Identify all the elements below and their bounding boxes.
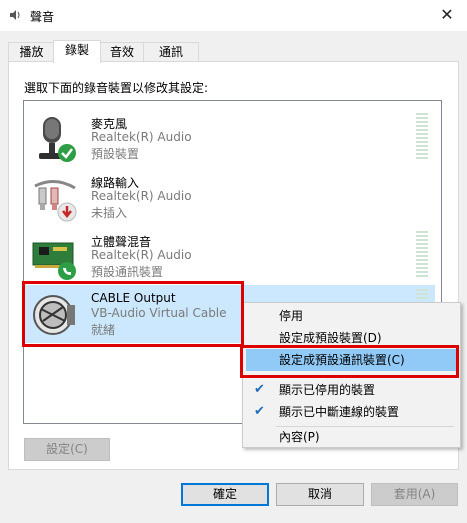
level-meter [416, 231, 428, 281]
apply-button[interactable]: 套用(A) [371, 483, 458, 506]
annotation-highlight-menu-item [240, 345, 459, 378]
cancel-button[interactable]: 取消 [276, 483, 364, 506]
menu-item-label: 顯示已中斷連線的裝置 [279, 405, 400, 419]
menu-item-properties[interactable]: 內容(P) [246, 427, 457, 447]
tab-playback[interactable]: 播放 [8, 42, 55, 62]
checkmark-icon: ✔ [254, 382, 265, 397]
microphone-icon [39, 117, 76, 162]
tab-recording[interactable]: 錄製 [53, 40, 101, 63]
close-icon[interactable]: ✕ [436, 5, 458, 25]
window-title: 聲音 [30, 10, 55, 24]
menu-item-label: 顯示已停用的裝置 [279, 383, 376, 397]
device-status: 預設裝置 [91, 147, 140, 161]
sound-card-icon [32, 242, 76, 280]
device-item-line-in[interactable]: 線路輸入 Realtek(R) Audio 未插入 [25, 168, 435, 226]
menu-item-disable[interactable]: 停用 [246, 305, 457, 327]
device-status: 未插入 [91, 206, 128, 220]
level-meter [416, 113, 428, 163]
tab-sounds[interactable]: 音效 [99, 42, 145, 62]
device-driver: Realtek(R) Audio [91, 248, 192, 262]
device-item-microphone[interactable]: 麥克風 Realtek(R) Audio 預設裝置 [25, 109, 435, 167]
menu-item-label: 停用 [279, 309, 304, 323]
instruction-text: 選取下面的錄音裝置以修改其設定: [24, 81, 209, 95]
configure-button[interactable]: 設定(C) [24, 438, 110, 461]
title-bar: 聲音 ✕ [0, 0, 467, 31]
menu-item-show-disconnected[interactable]: ✔ 顯示已中斷連線的裝置 [246, 401, 457, 423]
checkmark-icon: ✔ [254, 404, 265, 419]
speaker-icon [10, 10, 20, 20]
device-driver: Realtek(R) Audio [91, 130, 192, 144]
device-item-stereo-mix[interactable]: 立體聲混音 Realtek(R) Audio 預設通訊裝置 [25, 227, 435, 285]
menu-item-show-disabled[interactable]: ✔ 顯示已停用的裝置 [246, 379, 457, 401]
tab-communications[interactable]: 通訊 [143, 42, 199, 62]
device-status: 預設通訊裝置 [91, 265, 164, 279]
annotation-highlight-device [22, 281, 244, 347]
ok-button[interactable]: 確定 [181, 483, 269, 506]
line-in-cable-icon [34, 180, 77, 222]
device-driver: Realtek(R) Audio [91, 189, 192, 203]
menu-item-label: 內容(P) [279, 430, 320, 444]
